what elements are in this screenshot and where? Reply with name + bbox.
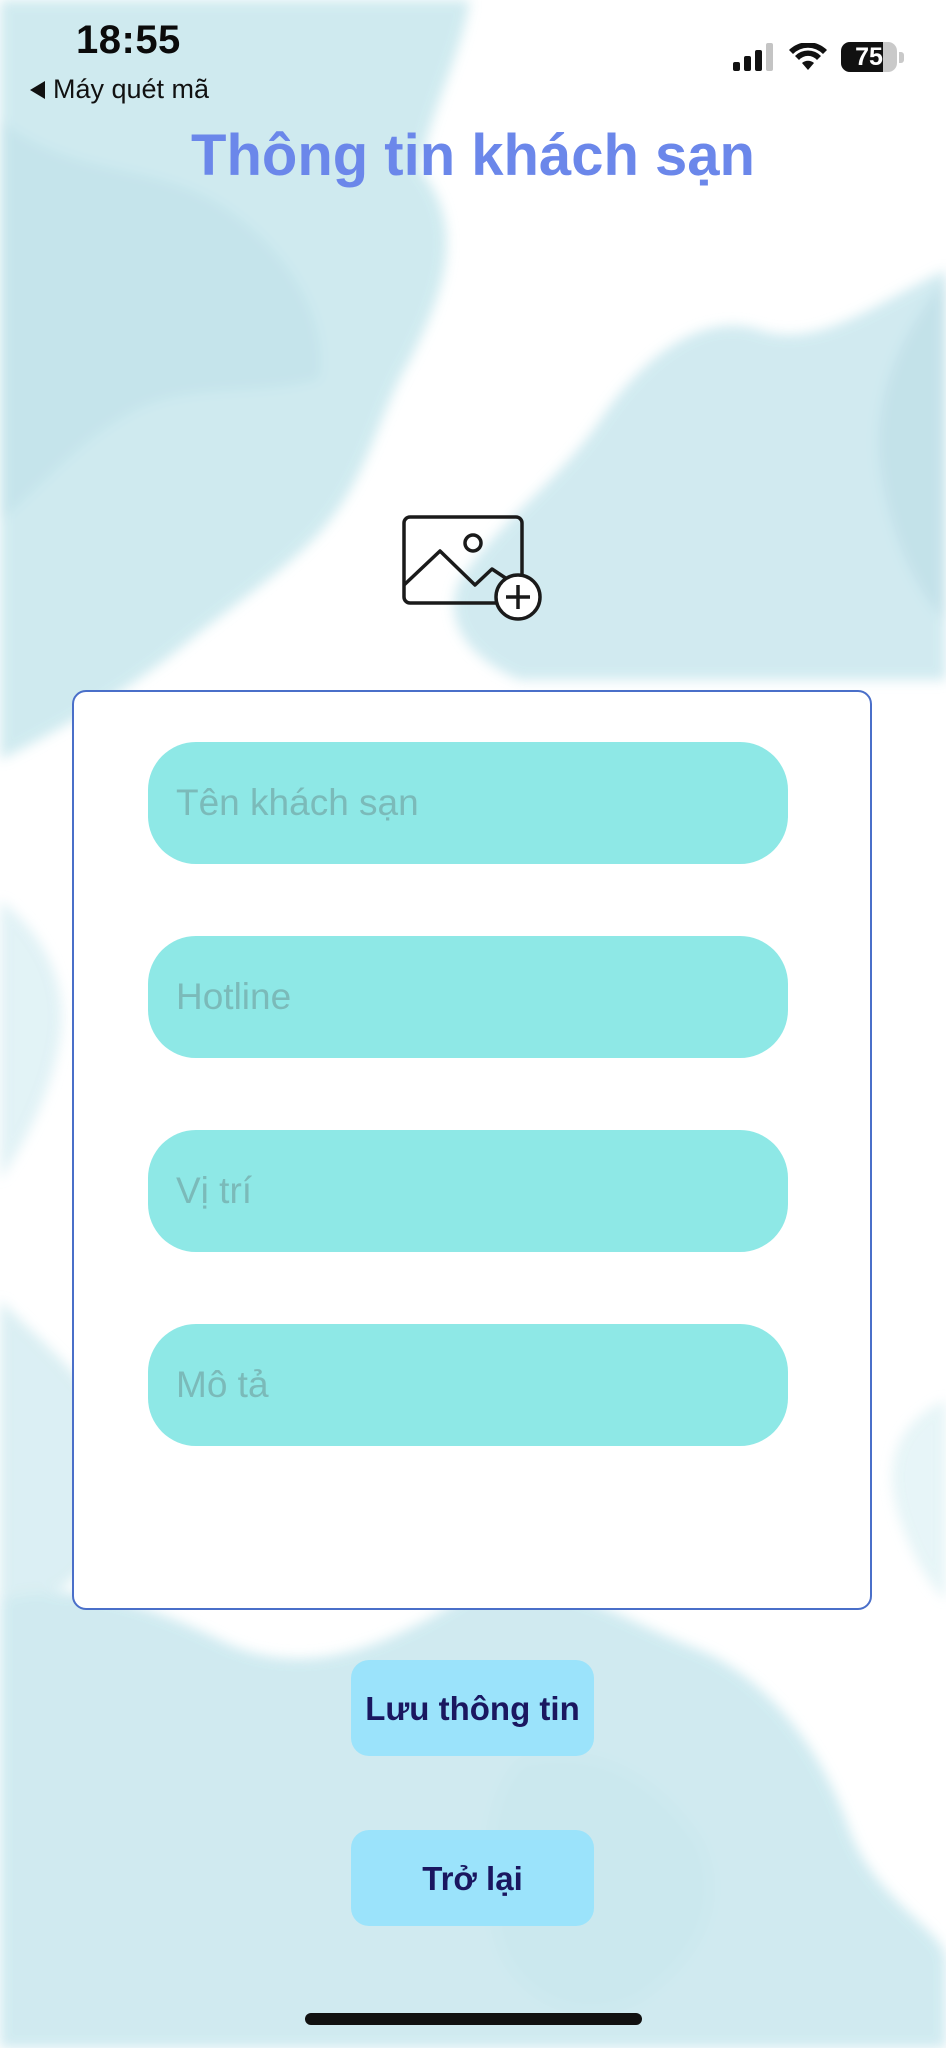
hotel-name-input[interactable] (174, 781, 788, 825)
wifi-icon (789, 43, 827, 70)
add-image-icon[interactable] (400, 513, 544, 623)
description-input[interactable] (174, 1363, 788, 1407)
hotel-name-field-wrapper (148, 742, 788, 864)
battery-level: 75 (855, 43, 883, 71)
back-to-app-label: Máy quét mã (53, 74, 210, 104)
back-triangle-icon (30, 80, 45, 99)
location-field-wrapper (148, 1130, 788, 1252)
description-field-wrapper (148, 1324, 788, 1446)
hotline-input[interactable] (174, 975, 788, 1019)
home-indicator[interactable] (305, 2013, 642, 2025)
cellular-signal-icon (733, 43, 773, 71)
status-time: 18:55 (76, 18, 181, 62)
battery-tip (899, 51, 904, 63)
hotel-info-form (72, 690, 872, 1610)
page-title: Thông tin khách sạn (191, 123, 755, 188)
hotline-field-wrapper (148, 936, 788, 1058)
hotel-info-screen: 18:55 Máy quét mã 75 Thông tin khách sạn (0, 0, 946, 2048)
back-to-app-link[interactable]: Máy quét mã (30, 74, 209, 105)
battery-icon: 75 (841, 42, 897, 72)
status-icons: 75 (733, 42, 904, 72)
location-input[interactable] (174, 1169, 788, 1213)
back-button[interactable]: Trở lại (351, 1830, 594, 1926)
save-info-button[interactable]: Lưu thông tin (351, 1660, 594, 1756)
